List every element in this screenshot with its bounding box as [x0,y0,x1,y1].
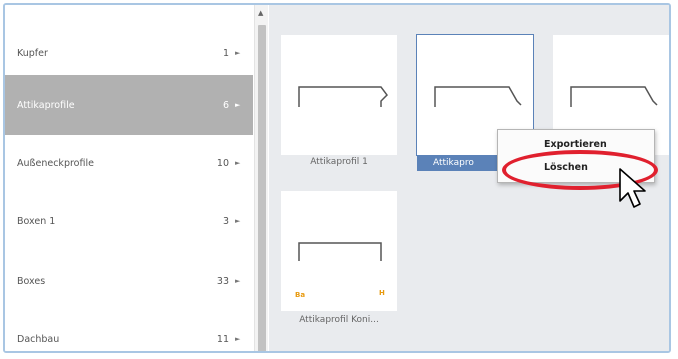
category-item-boxen-1[interactable]: Boxen 1 3 ► [5,191,253,251]
category-item-kupfer[interactable]: Kupfer 1 ► [5,23,253,83]
tile-caption: Attikaprofil 1 [310,157,368,167]
category-count: 10 [216,157,229,169]
expand-arrow-icon[interactable]: ► [235,101,253,109]
category-label: Attikaprofile [17,99,75,111]
scrollbar-thumb[interactable] [258,25,266,351]
category-count: 1 [222,47,229,59]
expand-arrow-icon[interactable]: ► [235,159,253,167]
expand-arrow-icon[interactable]: ► [235,217,253,225]
category-item-attikaprofile[interactable]: Attikaprofile 6 ► [5,75,253,135]
category-list: Kupfer 1 ► Attikaprofile 6 ► Außeneckpro… [5,5,253,351]
category-item-boxes[interactable]: Boxes 33 ► [5,251,253,311]
category-item-dachbau[interactable]: Dachbau 11 ► [5,309,253,351]
scroll-up-arrow-icon[interactable]: ▲ [258,9,263,17]
category-label: Außeneckprofile [17,157,94,169]
category-count: 3 [222,215,229,227]
category-count: 33 [216,275,229,287]
category-item-ausseneckprofile[interactable]: Außeneckprofile 10 ► [5,133,253,193]
expand-arrow-icon[interactable]: ► [235,277,253,285]
category-count: 6 [222,99,229,111]
category-label: Dachbau [17,333,60,345]
profile-tile-attikaprofil-konisch[interactable]: Ba H [281,191,397,311]
category-label: Boxen 1 [17,215,56,227]
vertical-scrollbar[interactable]: ▲ [254,5,268,351]
category-label: Kupfer [17,47,48,59]
tile-caption: Attikaprofil Koni... [299,315,379,325]
dimension-tag-left: Ba [295,291,306,299]
expand-arrow-icon[interactable]: ► [235,335,253,343]
profile-preview-icon [298,86,388,107]
category-count: 11 [216,333,229,345]
library-window: Kupfer 1 ► Attikaprofile 6 ► Außeneckpro… [3,3,671,353]
mouse-pointer-icon [619,168,646,208]
dimension-tag-right: H [379,289,385,297]
expand-arrow-icon[interactable]: ► [235,49,253,57]
profile-tile-attikaprofil-1[interactable] [281,35,397,155]
category-label: Boxes [17,275,46,287]
